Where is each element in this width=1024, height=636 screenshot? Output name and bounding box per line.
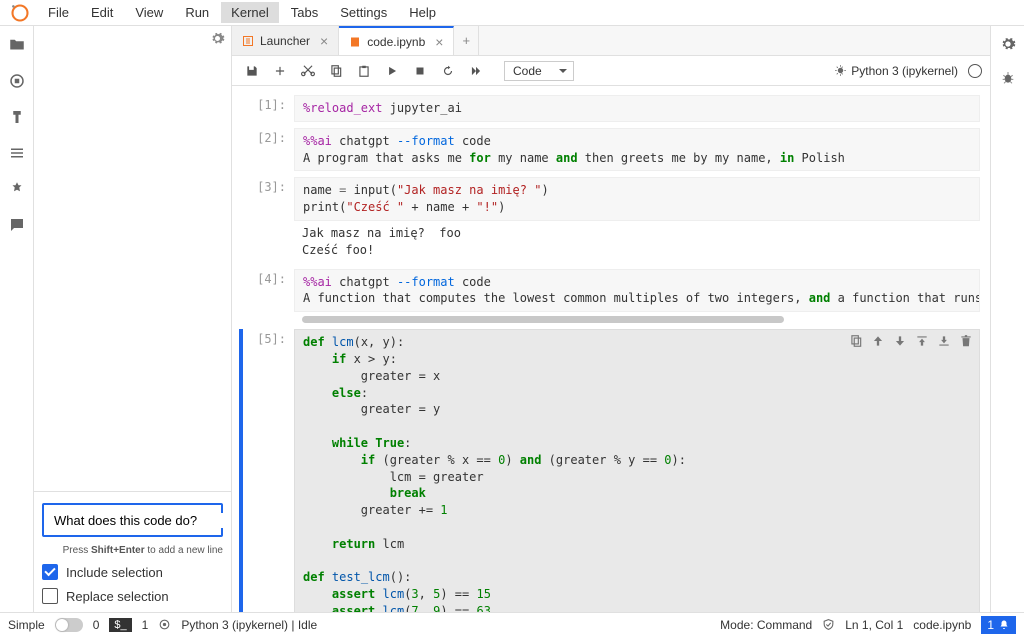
tab-launcher[interactable]: Launcher × (232, 26, 339, 55)
menu-view[interactable]: View (125, 2, 173, 23)
right-sidebar (990, 26, 1024, 612)
add-cell-button[interactable] (268, 59, 292, 83)
launcher-icon (242, 35, 254, 47)
cell-prompt: [3]: (242, 177, 294, 262)
cursor-position: Ln 1, Col 1 (845, 618, 903, 632)
menubar: File Edit View Run Kernel Tabs Settings … (0, 0, 1024, 26)
bell-icon (998, 619, 1010, 631)
chat-icon[interactable] (8, 216, 26, 234)
notebook-toolbar: Code Python 3 (ipykernel) (232, 56, 990, 86)
cell-prompt: [5]: (242, 329, 294, 612)
save-button[interactable] (240, 59, 264, 83)
delete-icon[interactable] (959, 334, 973, 348)
cut-button[interactable] (296, 59, 320, 83)
jupyter-logo-icon (10, 3, 30, 23)
notebook-icon (349, 36, 361, 48)
cell-type-select[interactable]: Code (504, 61, 574, 81)
kernel-name[interactable]: Python 3 (ipykernel) (851, 64, 958, 78)
cell-output: Jak masz na imię? foo Cześć foo! (294, 221, 980, 263)
chat-input-wrap[interactable] (42, 503, 223, 537)
property-inspector-icon[interactable] (1000, 36, 1016, 52)
restart-button[interactable] (436, 59, 460, 83)
paste-button[interactable] (352, 59, 376, 83)
close-icon[interactable]: × (320, 33, 328, 49)
duplicate-icon[interactable] (849, 334, 863, 348)
toc-icon[interactable] (8, 144, 26, 162)
copy-button[interactable] (324, 59, 348, 83)
work-area: Launcher × code.ipynb × + (232, 26, 990, 612)
chat-hint: Press Shift+Enter to add a new line (42, 545, 223, 556)
menu-tabs[interactable]: Tabs (281, 2, 328, 23)
insert-below-icon[interactable] (937, 334, 951, 348)
kernel-icon (158, 618, 171, 631)
menu-edit[interactable]: Edit (81, 2, 123, 23)
insert-above-icon[interactable] (915, 334, 929, 348)
code-cell[interactable]: [2]: %%ai chatgpt --format code A progra… (242, 125, 980, 175)
gear-icon[interactable] (210, 31, 225, 46)
terminal-count[interactable]: $_ (109, 618, 131, 632)
activity-bar (0, 26, 34, 612)
mode-indicator: Mode: Command (720, 618, 812, 632)
debugger-icon[interactable] (1000, 70, 1016, 86)
extensions-icon[interactable] (8, 180, 26, 198)
close-icon[interactable]: × (435, 34, 443, 50)
tabbar: Launcher × code.ipynb × + (232, 26, 990, 56)
tab-file[interactable]: code.ipynb × (339, 26, 454, 55)
chat-input[interactable] (54, 513, 230, 528)
cell-toolbar (849, 334, 973, 348)
move-down-icon[interactable] (893, 334, 907, 348)
include-selection-checkbox[interactable]: Include selection (42, 564, 223, 580)
cell-prompt: [4]: (242, 269, 294, 324)
running-icon[interactable] (8, 72, 26, 90)
simple-mode-toggle[interactable] (55, 618, 83, 632)
code-cell-selected[interactable]: [5]: def lcm(x, y): if x > y: greater = … (242, 326, 980, 612)
show-debugger-icon[interactable] (834, 64, 847, 77)
menu-run[interactable]: Run (175, 2, 219, 23)
menu-file[interactable]: File (38, 2, 79, 23)
menu-kernel[interactable]: Kernel (221, 2, 279, 23)
run-button[interactable] (380, 59, 404, 83)
git-icon[interactable] (8, 108, 26, 126)
sb-num-a: 0 (93, 618, 100, 632)
code-cell[interactable]: [1]: %reload_ext jupyter_ai (242, 92, 980, 125)
file-name: code.ipynb (913, 618, 971, 632)
simple-mode-label: Simple (8, 618, 45, 632)
move-up-icon[interactable] (871, 334, 885, 348)
kernel-status[interactable]: Python 3 (ipykernel) | Idle (181, 618, 317, 632)
trusted-icon[interactable] (822, 618, 835, 631)
replace-selection-checkbox[interactable]: Replace selection (42, 588, 223, 604)
stop-button[interactable] (408, 59, 432, 83)
cell-prompt: [1]: (242, 95, 294, 122)
sb-num-b: 1 (142, 618, 149, 632)
tab-add[interactable]: + (454, 26, 479, 55)
kernel-status-icon[interactable] (968, 64, 982, 78)
menu-help[interactable]: Help (399, 2, 446, 23)
left-sidebar: Press Shift+Enter to add a new line Incl… (34, 26, 232, 612)
restart-run-all-button[interactable] (464, 59, 488, 83)
code-cell[interactable]: [3]: name = input("Jak masz na imię? ") … (242, 174, 980, 265)
chat-panel: Press Shift+Enter to add a new line Incl… (34, 495, 231, 612)
statusbar: Simple 0 $_ 1 Python 3 (ipykernel) | Idl… (0, 612, 1024, 636)
horizontal-scrollbar[interactable] (302, 316, 972, 323)
notebook[interactable]: [1]: %reload_ext jupyter_ai [2]: %%ai ch… (232, 86, 990, 612)
menu-settings[interactable]: Settings (330, 2, 397, 23)
code-cell[interactable]: [4]: %%ai chatgpt --format code A functi… (242, 266, 980, 327)
folder-icon[interactable] (8, 36, 26, 54)
cell-prompt: [2]: (242, 128, 294, 172)
notification-badge[interactable]: 1 (981, 616, 1016, 634)
